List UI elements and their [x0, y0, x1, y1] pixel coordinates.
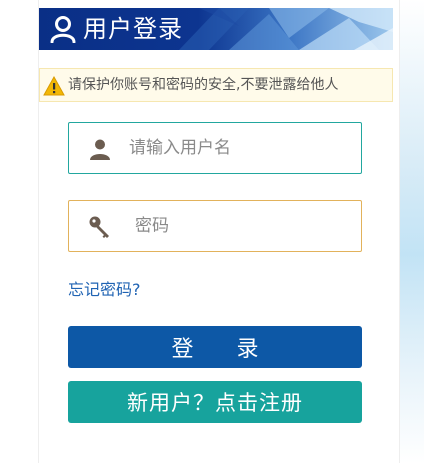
page-title: 用户登录 [83, 15, 183, 43]
login-panel: 用户登录 请保护你账号和密码的安全,不要泄露给他人 请输入用户名 忘记密码? 登… [38, 0, 400, 463]
background-decoration [400, 0, 424, 463]
login-title-banner: 用户登录 [39, 8, 393, 50]
login-button[interactable]: 登 录 [68, 326, 362, 368]
forgot-password-link[interactable]: 忘记密码? [68, 280, 141, 300]
security-notice: 请保护你账号和密码的安全,不要泄露给他人 [39, 68, 393, 102]
security-notice-text: 请保护你账号和密码的安全,不要泄露给他人 [68, 77, 339, 93]
banner-decoration [179, 8, 393, 50]
login-page: 用户登录 请保护你账号和密码的安全,不要泄露给他人 请输入用户名 忘记密码? 登… [0, 0, 424, 463]
warning-triangle-icon [43, 76, 65, 96]
person-icon [90, 139, 110, 160]
password-input[interactable] [135, 213, 355, 239]
username-input[interactable] [129, 135, 349, 161]
register-button[interactable]: 新用户？点击注册 [68, 381, 362, 423]
username-field [68, 122, 362, 174]
password-field [68, 200, 362, 252]
user-outline-icon [50, 16, 76, 43]
key-icon [89, 216, 109, 238]
